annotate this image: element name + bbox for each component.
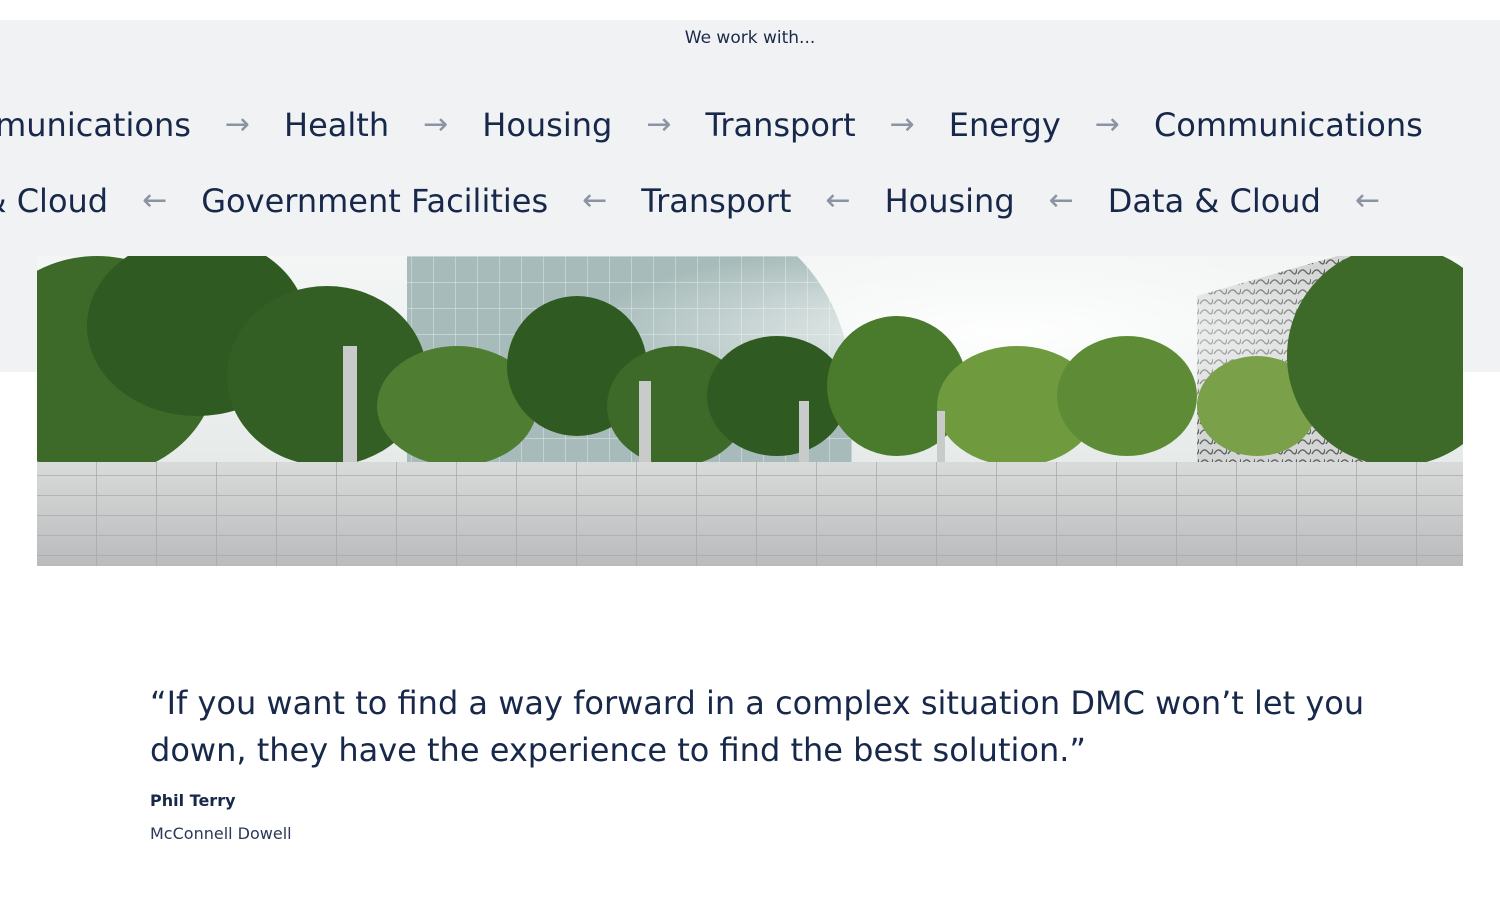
arrow-left-icon: ←	[142, 183, 168, 218]
ticker-item-data-cloud: Data & Cloud	[1107, 182, 1321, 220]
industries-ticker-forward: Communications → Health → Housing → Tran…	[0, 100, 1500, 150]
hero-image	[37, 256, 1463, 566]
ticker-track: Communications → Health → Housing → Tran…	[0, 100, 1423, 150]
ticker-item-housing: Housing	[884, 182, 1015, 220]
ticker-item-transport: Transport	[705, 106, 856, 144]
ticker-item-data-cloud: Data & Cloud	[0, 182, 109, 220]
ticker-item-energy: Energy	[948, 106, 1061, 144]
arrow-left-icon: ←	[1048, 183, 1074, 218]
arrow-right-icon: →	[1094, 107, 1120, 142]
arrow-right-icon: →	[889, 107, 915, 142]
ticker-item-communications: Communications	[0, 106, 191, 144]
ticker-item-health: Health	[284, 106, 390, 144]
ticker-track: Data & Cloud ← Government Facilities ← T…	[0, 176, 1414, 226]
arrow-right-icon: →	[646, 107, 672, 142]
section-heading: We work with...	[684, 28, 816, 48]
arrow-right-icon: →	[224, 107, 251, 142]
industries-ticker-reverse: Data & Cloud ← Government Facilities ← T…	[0, 176, 1500, 226]
testimonial-quote: “If you want to find a way forward in a …	[150, 684, 1365, 769]
ticker-item-government-facilities: Government Facilities	[201, 182, 549, 220]
arrow-left-icon: ←	[582, 183, 608, 218]
arrow-right-icon: →	[423, 107, 449, 142]
ticker-item-communications: Communications	[1153, 106, 1423, 144]
testimonial-author: Phil Terry	[150, 791, 236, 810]
arrow-left-icon: ←	[1354, 183, 1381, 218]
ticker-item-housing: Housing	[482, 106, 613, 144]
arrow-left-icon: ←	[825, 183, 851, 218]
testimonial-company: McConnell Dowell	[150, 824, 292, 843]
ticker-item-transport: Transport	[641, 182, 792, 220]
